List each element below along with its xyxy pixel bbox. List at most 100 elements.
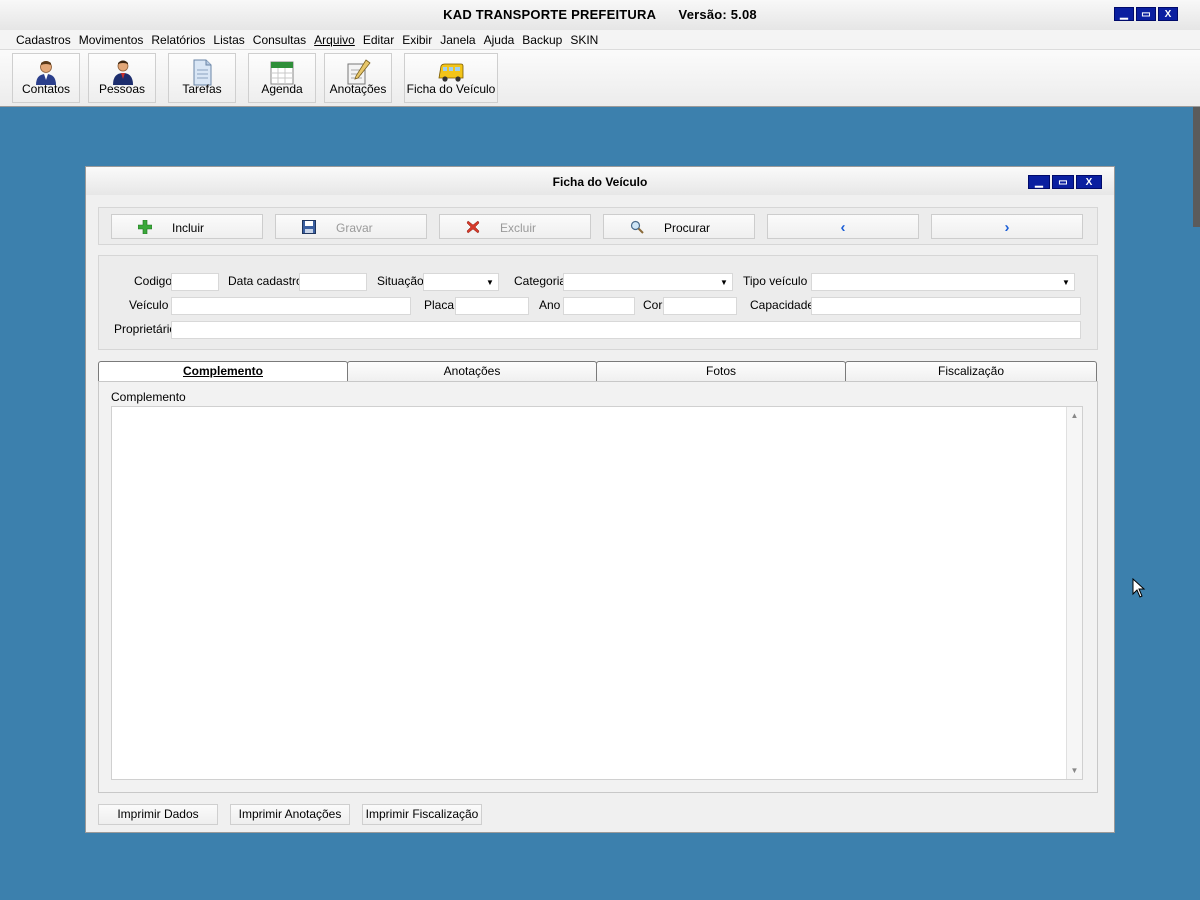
placa-label: Placa bbox=[424, 298, 455, 312]
mouse-cursor-icon bbox=[1132, 578, 1146, 598]
menu-consultas[interactable]: Consultas bbox=[249, 33, 310, 47]
proprietario-label: Proprietário bbox=[114, 322, 177, 336]
capacidade-label: Capacidade bbox=[750, 298, 815, 312]
complemento-label: Complemento bbox=[111, 390, 186, 404]
menu-janela[interactable]: Janela bbox=[436, 33, 479, 47]
menu-arquivo[interactable]: Arquivo bbox=[310, 33, 359, 47]
toolbar-button-label: Pessoas bbox=[98, 82, 146, 96]
add-icon bbox=[138, 220, 152, 234]
save-icon bbox=[302, 220, 316, 234]
search-icon bbox=[630, 220, 644, 234]
incluir-button[interactable]: Incluir bbox=[111, 214, 263, 239]
toolbar-contatos-button[interactable]: Contatos bbox=[12, 53, 80, 103]
gravar-label: Gravar bbox=[336, 221, 373, 235]
procurar-button[interactable]: Procurar bbox=[603, 214, 755, 239]
menu-exibir[interactable]: Exibir bbox=[398, 33, 436, 47]
chevron-down-icon: ▼ bbox=[1062, 278, 1070, 287]
toolbar-tarefas-button[interactable]: Tarefas bbox=[168, 53, 236, 103]
cor-field[interactable] bbox=[663, 297, 737, 315]
child-title: Ficha do Veículo bbox=[552, 175, 648, 189]
capacidade-field[interactable] bbox=[811, 297, 1081, 315]
toolbar-agenda-button[interactable]: Agenda bbox=[248, 53, 316, 103]
chevron-left-icon: ‹ bbox=[840, 219, 846, 236]
delete-icon bbox=[466, 220, 480, 234]
chevron-right-icon: › bbox=[1004, 219, 1010, 236]
tab-fotos[interactable]: Fotos bbox=[596, 361, 846, 382]
child-minimize-button[interactable]: ▁ bbox=[1028, 175, 1050, 189]
menu-backup[interactable]: Backup bbox=[518, 33, 566, 47]
child-titlebar: Ficha do Veículo ▁ ▭ X bbox=[86, 167, 1114, 195]
chevron-down-icon: ▼ bbox=[720, 278, 728, 287]
tipo-veiculo-label: Tipo veículo bbox=[743, 274, 808, 288]
menu-ajuda[interactable]: Ajuda bbox=[480, 33, 519, 47]
toolbar-button-label: Ficha do Veículo bbox=[406, 82, 496, 96]
imprimir-anotacoes-button[interactable]: Imprimir Anotações bbox=[230, 804, 350, 825]
action-bar: Incluir Gravar Excluir Procurar ‹ › bbox=[98, 207, 1098, 245]
desktop-edge bbox=[1193, 107, 1200, 227]
tipo-veiculo-select[interactable]: ▼ bbox=[811, 273, 1075, 291]
scroll-down-icon[interactable]: ▼ bbox=[1067, 766, 1082, 775]
excluir-button[interactable]: Excluir bbox=[439, 214, 591, 239]
menu-editar[interactable]: Editar bbox=[359, 33, 398, 47]
app-titlebar: KAD TRANSPORTE PREFEITURA Versão: 5.08 ▁… bbox=[0, 0, 1200, 31]
child-close-button[interactable]: X bbox=[1076, 175, 1102, 189]
vertical-scrollbar[interactable]: ▲ ▼ bbox=[1066, 407, 1082, 779]
ano-field[interactable] bbox=[563, 297, 635, 315]
gravar-button[interactable]: Gravar bbox=[275, 214, 427, 239]
placa-field[interactable] bbox=[455, 297, 529, 315]
procurar-label: Procurar bbox=[664, 221, 711, 235]
app-title: KAD TRANSPORTE PREFEITURA Versão: 5.08 bbox=[443, 7, 757, 22]
tab-strip: Complemento Anotações Fotos Fiscalização bbox=[98, 361, 1098, 382]
tab-label: Complemento bbox=[182, 364, 263, 378]
menu-relatorios[interactable]: Relatórios bbox=[147, 33, 209, 47]
veiculo-field[interactable] bbox=[171, 297, 411, 315]
imprimir-fiscalizacao-button[interactable]: Imprimir Fiscalização bbox=[362, 804, 482, 825]
vehicle-form: Codigo Data cadastro Situação ▼ Categori… bbox=[98, 255, 1098, 350]
toolbar-anotacoes-button[interactable]: Anotações bbox=[324, 53, 392, 103]
menu-cadastros[interactable]: Cadastros bbox=[12, 33, 75, 47]
toolbar-ficha-veiculo-button[interactable]: Ficha do Veículo bbox=[404, 53, 498, 103]
tab-fiscalizacao[interactable]: Fiscalização bbox=[845, 361, 1097, 382]
toolbar-button-label: Agenda bbox=[261, 82, 303, 96]
imprimir-dados-button[interactable]: Imprimir Dados bbox=[98, 804, 218, 825]
complemento-textarea[interactable]: ▲ ▼ bbox=[111, 406, 1083, 780]
situacao-select[interactable]: ▼ bbox=[423, 273, 499, 291]
chevron-down-icon: ▼ bbox=[486, 278, 494, 287]
scroll-up-icon[interactable]: ▲ bbox=[1067, 411, 1082, 420]
tab-anotacoes[interactable]: Anotações bbox=[347, 361, 597, 382]
veiculo-label: Veículo bbox=[129, 298, 169, 312]
next-record-button[interactable]: › bbox=[931, 214, 1083, 239]
toolbar-button-label: Contatos bbox=[21, 82, 71, 96]
menu-skin[interactable]: SKIN bbox=[566, 33, 602, 47]
excluir-label: Excluir bbox=[500, 221, 537, 235]
toolbar-pessoas-button[interactable]: Pessoas bbox=[88, 53, 156, 103]
tab-label: Fiscalização bbox=[937, 364, 1005, 378]
app-maximize-button[interactable]: ▭ bbox=[1136, 7, 1156, 21]
codigo-field[interactable] bbox=[171, 273, 219, 291]
incluir-label: Incluir bbox=[172, 221, 205, 235]
data-cadastro-field[interactable] bbox=[299, 273, 367, 291]
app-minimize-button[interactable]: ▁ bbox=[1114, 7, 1134, 21]
ano-label: Ano bbox=[539, 298, 561, 312]
categoria-select[interactable]: ▼ bbox=[563, 273, 733, 291]
cor-label: Cor bbox=[643, 298, 663, 312]
tab-complemento[interactable]: Complemento bbox=[98, 361, 348, 382]
toolbar-button-label: Anotações bbox=[329, 82, 387, 96]
app-close-button[interactable]: X bbox=[1158, 7, 1178, 21]
menu-movimentos[interactable]: Movimentos bbox=[75, 33, 148, 47]
app-window-controls: ▁ ▭ X bbox=[1114, 7, 1178, 21]
proprietario-field[interactable] bbox=[171, 321, 1081, 339]
ficha-veiculo-window: Ficha do Veículo ▁ ▭ X Incluir Gravar Ex… bbox=[85, 166, 1115, 833]
menu-listas[interactable]: Listas bbox=[209, 33, 248, 47]
tab-label: Fotos bbox=[705, 364, 736, 378]
previous-record-button[interactable]: ‹ bbox=[767, 214, 919, 239]
child-maximize-button[interactable]: ▭ bbox=[1052, 175, 1074, 189]
categoria-label: Categoria bbox=[514, 274, 567, 288]
toolbar-button-label: Tarefas bbox=[182, 82, 222, 96]
data-cadastro-label: Data cadastro bbox=[228, 274, 303, 288]
child-window-controls: ▁ ▭ X bbox=[1028, 175, 1102, 189]
situacao-label: Situação bbox=[377, 274, 424, 288]
tab-label: Anotações bbox=[443, 364, 501, 378]
codigo-label: Codigo bbox=[134, 274, 173, 288]
main-toolbar: Contatos Pessoas Tarefas Agenda Anotaçõe… bbox=[0, 50, 1200, 107]
